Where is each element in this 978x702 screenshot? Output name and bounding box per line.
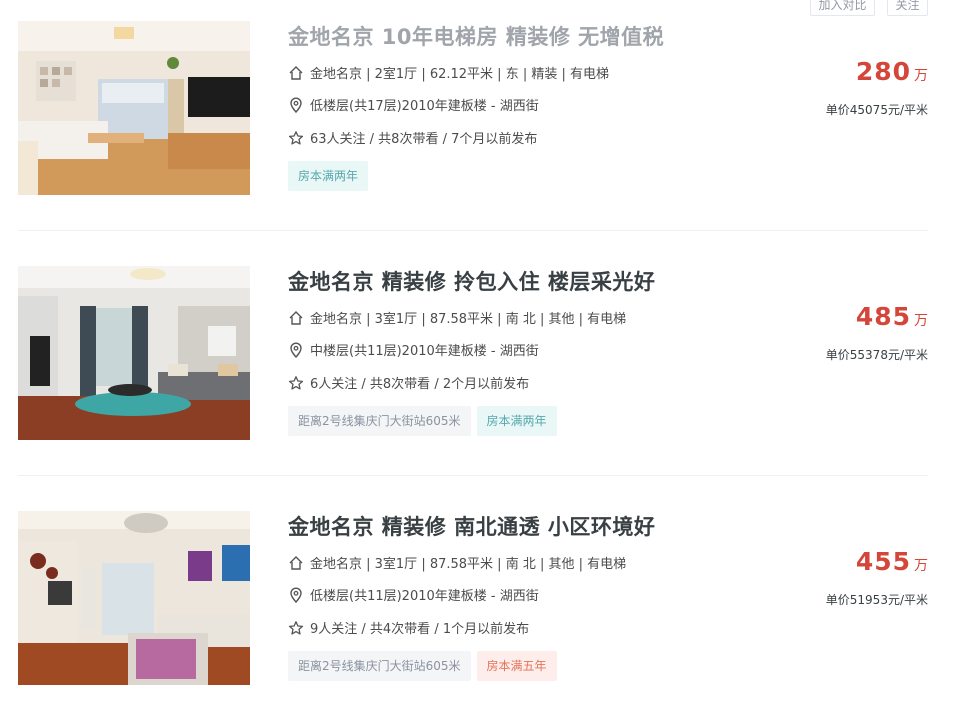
star-icon xyxy=(288,375,304,391)
listing-title[interactable]: 金地名京 精装修 拎包入住 楼层采光好 xyxy=(288,266,655,296)
follow-info-text: 6人关注 / 共8次带看 / 2个月以前发布 xyxy=(310,377,530,392)
location-pin-icon xyxy=(288,97,304,113)
position-info: 低楼层(共17层)2010年建板楼 - 湖西街 xyxy=(288,95,539,114)
top-actions: 加入对比 关注 xyxy=(810,0,928,18)
tag-certificate-five-years: 房本满五年 xyxy=(476,651,557,681)
listing-photo[interactable] xyxy=(18,266,250,440)
divider xyxy=(18,230,928,231)
price-unit: 万 xyxy=(914,558,928,574)
listing-title[interactable]: 金地名京 10年电梯房 精装修 无增值税 xyxy=(288,21,664,51)
tag-list: 房本满两年 xyxy=(288,161,369,191)
position-info-text: 低楼层(共17层)2010年建板楼 - 湖西街 xyxy=(310,99,539,114)
price-number: 455 xyxy=(855,547,911,576)
total-price: 455 万 xyxy=(856,547,928,576)
location-pin-icon xyxy=(288,342,304,358)
unit-price: 单价45075元/平米 xyxy=(825,103,928,117)
listing-photo[interactable] xyxy=(18,21,250,195)
follow-info: 6人关注 / 共8次带看 / 2个月以前发布 xyxy=(288,373,529,392)
add-to-compare-button[interactable]: 加入对比 xyxy=(810,0,875,16)
star-icon xyxy=(288,620,304,636)
house-icon xyxy=(288,555,304,571)
position-info-text: 低楼层(共11层)2010年建板楼 - 湖西街 xyxy=(310,589,539,604)
house-info: 金地名京 | 3室1厅 | 87.58平米 | 南 北 | 其他 | 有电梯 xyxy=(288,308,626,327)
house-icon xyxy=(288,65,304,81)
total-price: 485 万 xyxy=(856,302,928,331)
tag-list: 距离2号线集庆门大街站605米 房本满两年 xyxy=(288,406,557,436)
divider xyxy=(18,475,928,476)
house-info-text: 金地名京 | 2室1厅 | 62.12平米 | 东 | 精装 | 有电梯 xyxy=(310,67,609,82)
follow-info: 63人关注 / 共8次带看 / 7个月以前发布 xyxy=(288,128,537,147)
tag-list: 距离2号线集庆门大街站605米 房本满五年 xyxy=(288,651,557,681)
unit-price: 单价55378元/平米 xyxy=(825,348,928,362)
unit-price: 单价51953元/平米 xyxy=(825,593,928,607)
listing-title[interactable]: 金地名京 精装修 南北通透 小区环境好 xyxy=(288,511,655,541)
location-pin-icon xyxy=(288,587,304,603)
tag-certificate-two-years: 房本满两年 xyxy=(476,406,557,436)
house-info-text: 金地名京 | 3室1厅 | 87.58平米 | 南 北 | 其他 | 有电梯 xyxy=(310,557,627,572)
follow-info: 9人关注 / 共4次带看 / 1个月以前发布 xyxy=(288,618,529,637)
house-info-text: 金地名京 | 3室1厅 | 87.58平米 | 南 北 | 其他 | 有电梯 xyxy=(310,312,627,327)
position-info: 低楼层(共11层)2010年建板楼 - 湖西街 xyxy=(288,585,539,604)
tag-subway-distance: 距离2号线集庆门大街站605米 xyxy=(288,406,471,436)
star-icon xyxy=(288,130,304,146)
tag-certificate-two-years: 房本满两年 xyxy=(288,161,369,191)
price-unit: 万 xyxy=(914,68,928,84)
listing-photo[interactable] xyxy=(18,511,250,685)
house-info: 金地名京 | 3室1厅 | 87.58平米 | 南 北 | 其他 | 有电梯 xyxy=(288,553,626,572)
position-info: 中楼层(共11层)2010年建板楼 - 湖西街 xyxy=(288,340,539,359)
total-price: 280 万 xyxy=(856,57,928,86)
price-number: 485 xyxy=(855,302,911,331)
house-icon xyxy=(288,310,304,326)
house-info: 金地名京 | 2室1厅 | 62.12平米 | 东 | 精装 | 有电梯 xyxy=(288,63,609,82)
tag-subway-distance: 距离2号线集庆门大街站605米 xyxy=(288,651,471,681)
position-info-text: 中楼层(共11层)2010年建板楼 - 湖西街 xyxy=(310,344,539,359)
follow-info-text: 63人关注 / 共8次带看 / 7个月以前发布 xyxy=(310,132,538,147)
price-unit: 万 xyxy=(914,313,928,329)
listing-item[interactable]: 金地名京 精装修 拎包入住 楼层采光好 金地名京 | 3室1厅 | 87.58平… xyxy=(18,266,928,441)
listing-item[interactable]: 金地名京 10年电梯房 精装修 无增值税 金地名京 | 2室1厅 | 62.12… xyxy=(18,21,928,196)
follow-info-text: 9人关注 / 共4次带看 / 1个月以前发布 xyxy=(310,622,530,637)
price-number: 280 xyxy=(855,57,911,86)
listing-item[interactable]: 金地名京 精装修 南北通透 小区环境好 金地名京 | 3室1厅 | 87.58平… xyxy=(18,511,928,686)
follow-button[interactable]: 关注 xyxy=(887,0,928,16)
